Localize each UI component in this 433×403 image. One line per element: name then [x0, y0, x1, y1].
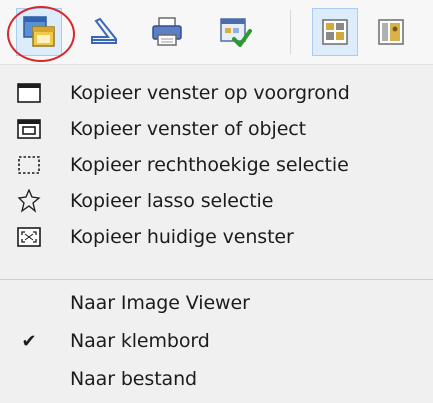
capture-menu: Kopieer venster op voorgrond Kopieer ven…: [0, 64, 433, 403]
menu-item-copy-rect-selection[interactable]: Kopieer rechthoekige selectie: [0, 148, 433, 182]
scan-button[interactable]: [80, 8, 126, 56]
rect-selection-icon: [16, 152, 42, 178]
menu-item-label: Kopieer huidige venster: [70, 226, 294, 248]
menu-item-copy-foreground-window[interactable]: Kopieer venster op voorgrond: [0, 76, 433, 110]
menu-item-label: Naar klembord: [70, 330, 210, 352]
printer-icon: [152, 17, 182, 46]
menu-item-to-clipboard[interactable]: ✔ Naar klembord: [0, 324, 433, 358]
menu-item-to-file[interactable]: Naar bestand: [0, 362, 433, 396]
save-button[interactable]: [212, 8, 258, 56]
menu-item-label: Kopieer lasso selectie: [70, 190, 274, 212]
toolbar: [0, 0, 433, 64]
copy-window-button[interactable]: [16, 8, 62, 56]
menu-item-copy-lasso-selection[interactable]: Kopieer lasso selectie: [0, 184, 433, 218]
menu-item-copy-current-window[interactable]: Kopieer huidige venster: [0, 220, 433, 254]
fullscreen-icon: [16, 224, 42, 250]
layout-grid-button[interactable]: [312, 8, 358, 56]
screenshot-root: Kopieer venster op voorgrond Kopieer ven…: [0, 0, 433, 403]
print-button[interactable]: [144, 8, 190, 56]
menu-item-label: Kopieer venster of object: [70, 118, 306, 140]
menu-separator: [0, 279, 433, 280]
menu-item-label: Kopieer rechthoekige selectie: [70, 154, 349, 176]
copy-window-icon: [23, 16, 55, 47]
menu-item-label: Naar Image Viewer: [70, 292, 250, 314]
menu-item-label: Naar bestand: [70, 368, 197, 390]
menu-item-copy-window-or-object[interactable]: Kopieer venster of object: [0, 112, 433, 146]
menu-item-to-image-viewer[interactable]: Naar Image Viewer: [0, 286, 433, 320]
scanner-icon: [91, 17, 117, 44]
lasso-icon: [16, 188, 42, 214]
menu-item-label: Kopieer venster op voorgrond: [70, 82, 350, 104]
layout-portrait-icon: [378, 19, 404, 45]
save-check-icon: [220, 18, 252, 47]
window-object-icon: [16, 116, 42, 142]
layout-grid-icon: [322, 19, 348, 45]
window-icon: [16, 80, 42, 106]
layout-portrait-button[interactable]: [368, 8, 414, 56]
toolbar-separator: [290, 10, 291, 54]
checkmark-icon: ✔: [21, 330, 37, 352]
